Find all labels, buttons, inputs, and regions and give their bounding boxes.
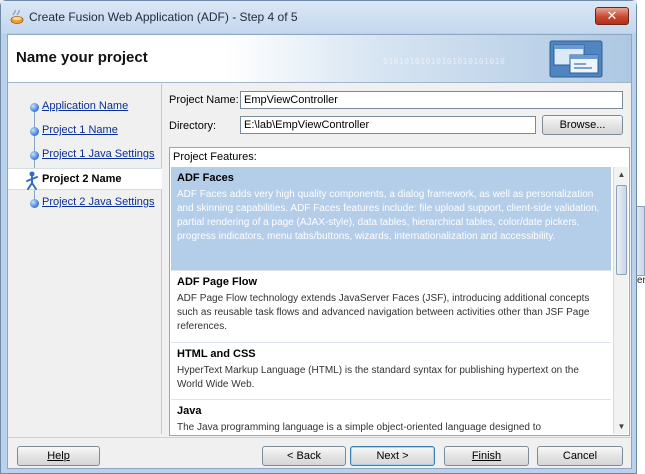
dialog-client-area: Name your project 0101010101010101010101… [7, 34, 632, 469]
current-step-walker-icon [26, 171, 38, 190]
feature-description: ADF Faces adds very high quality compone… [177, 189, 600, 242]
feature-description: HyperText Markup Language (HTML) is the … [177, 365, 579, 390]
feature-adf-faces[interactable]: ADF Faces ADF Faces adds very high quali… [171, 167, 611, 271]
page-title: Name your project [16, 49, 148, 66]
feature-html-and-css[interactable]: HTML and CSS HyperText Markup Language (… [171, 343, 611, 400]
nav-step-project-1-name[interactable]: Project 1 Name [8, 120, 162, 142]
feature-java[interactable]: Java The Java programming language is a … [171, 400, 611, 434]
step-bullet-icon [30, 103, 39, 112]
help-button[interactable]: Help [17, 446, 100, 466]
oracle-jdeveloper-cup-icon [10, 9, 24, 24]
nav-step-application-name[interactable]: Application Name [8, 96, 162, 118]
directory-input[interactable]: E:\lab\EmpViewController [240, 116, 536, 134]
scrollbar-thumb[interactable] [616, 185, 627, 275]
scroll-up-arrow-icon[interactable]: ▲ [614, 167, 629, 182]
nav-step-project-1-java-settings[interactable]: Project 1 Java Settings [8, 144, 162, 166]
project-name-label: Project Name: [169, 94, 239, 106]
nav-step-label[interactable]: Project 1 Java Settings [42, 148, 155, 160]
scroll-down-arrow-icon[interactable]: ▼ [614, 419, 629, 434]
close-button[interactable]: ✕ [595, 7, 629, 25]
feature-description: The Java programming language is a simpl… [177, 422, 542, 433]
feature-adf-page-flow[interactable]: ADF Page Flow ADF Page Flow technology e… [171, 271, 611, 343]
back-button-label: < Back [287, 450, 321, 462]
nav-step-project-2-java-settings[interactable]: Project 2 Java Settings [8, 192, 162, 214]
feature-name: ADF Faces [177, 172, 234, 184]
project-name-input[interactable]: EmpViewController [240, 91, 623, 109]
wizard-header: Name your project 0101010101010101010101… [8, 35, 631, 83]
feature-name: Java [177, 405, 202, 417]
nav-step-label[interactable]: Application Name [42, 100, 128, 112]
next-button-label: Next > [376, 450, 409, 462]
nav-step-project-2-name[interactable]: Project 2 Name [8, 168, 162, 190]
cancel-button-label: Cancel [562, 450, 598, 462]
nav-step-label[interactable]: Project 1 Name [42, 124, 118, 136]
title-bar: Create Fusion Web Application (ADF) - St… [1, 1, 636, 33]
wizard-dialog: Create Fusion Web Application (ADF) - St… [0, 0, 637, 474]
help-button-label: Help [47, 450, 70, 462]
feature-name: HTML and CSS [177, 348, 256, 360]
back-button[interactable]: < Back [262, 446, 346, 466]
background-text: er [637, 275, 645, 286]
features-vertical-scrollbar[interactable]: ▲ ▼ [613, 167, 628, 434]
finish-button[interactable]: Finish [444, 446, 529, 466]
feature-description: ADF Page Flow technology extends JavaSer… [177, 293, 590, 332]
step-bullet-icon [30, 127, 39, 136]
step-bullet-icon [30, 199, 39, 208]
finish-button-label: Finish [471, 450, 502, 462]
footer-divider [8, 437, 631, 438]
project-features-panel: Project Features: ADF Faces ADF Faces ad… [169, 147, 630, 436]
nav-step-label[interactable]: Project 2 Java Settings [42, 196, 155, 208]
feature-name: ADF Page Flow [177, 276, 258, 288]
cancel-button[interactable]: Cancel [537, 446, 623, 466]
step-bullet-icon [30, 151, 39, 160]
project-features-label: Project Features: [173, 151, 257, 163]
directory-label: Directory: [169, 120, 217, 132]
window-title: Create Fusion Web Application (ADF) - St… [29, 10, 298, 24]
close-icon: ✕ [606, 8, 618, 23]
browse-button[interactable]: Browse... [542, 115, 623, 135]
wizard-windows-icon [549, 40, 603, 78]
nav-step-label: Project 2 Name [42, 173, 122, 185]
next-button[interactable]: Next > [350, 446, 435, 466]
wizard-steps-nav: Application Name Project 1 Name Project … [8, 84, 162, 434]
header-binary-decoration: 01010101010101010101010 [383, 57, 506, 66]
features-list[interactable]: ADF Faces ADF Faces adds very high quali… [171, 167, 611, 434]
